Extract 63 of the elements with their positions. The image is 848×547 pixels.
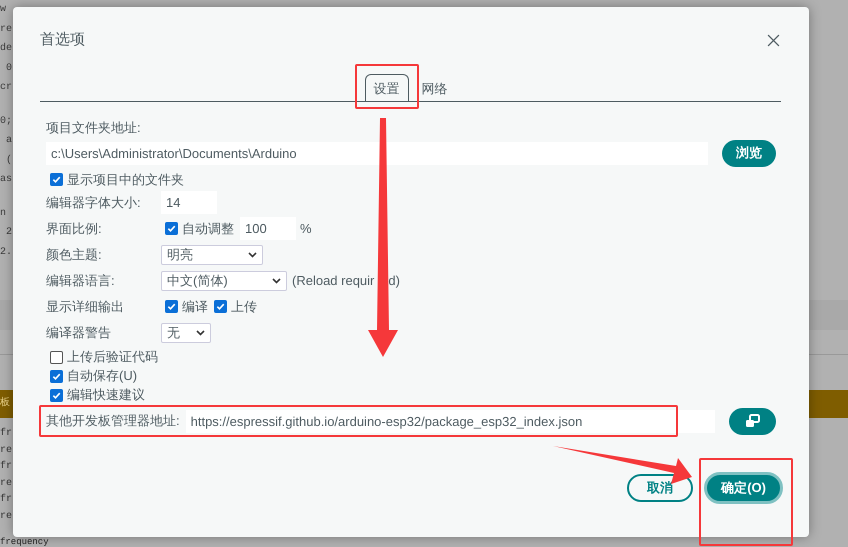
field-label: 显示详细输出 — [46, 298, 125, 316]
unit-text: % — [300, 220, 312, 238]
note-text: d) — [388, 272, 400, 290]
tab[interactable]: 设置 — [364, 74, 408, 101]
dialog-title: 首选项 — [40, 30, 85, 50]
field-label: 项目文件夹地址: — [46, 119, 142, 137]
output-text: fr — [0, 426, 12, 441]
checkbox[interactable] — [165, 300, 178, 313]
window-button[interactable] — [729, 408, 776, 434]
dropdown[interactable]: 明亮 — [161, 244, 263, 264]
code-text: re — [0, 22, 12, 36]
windows-icon — [744, 414, 760, 428]
checkbox-label: 上传 — [231, 298, 257, 316]
output-text: fr — [0, 460, 12, 474]
dropdown[interactable]: 中文(简体) — [161, 270, 287, 290]
field-label: 编辑器字体大小: — [46, 194, 142, 212]
checkbox[interactable] — [214, 300, 227, 313]
chevron-icon — [196, 330, 205, 336]
field-label: 编辑器语言: — [46, 272, 116, 290]
code-text: 0 — [5, 62, 12, 76]
code-text: cr — [0, 81, 12, 95]
checkbox-label: 编辑快速建议 — [67, 386, 145, 404]
checkbox-label: 自动保存(U) — [67, 367, 138, 386]
chevron-icon — [272, 278, 281, 284]
checkbox-label: 上传后验证代码 — [67, 348, 158, 366]
number-field[interactable]: 100 — [240, 217, 296, 240]
field-label: 颜色主题: — [46, 246, 103, 264]
code-text: ( — [5, 154, 12, 168]
code-text: 2 — [5, 226, 12, 240]
output-text: fr — [0, 492, 12, 507]
code-text: 2. — [0, 246, 12, 260]
code-text: 0; — [0, 114, 12, 128]
tab[interactable]: 网络 — [412, 74, 456, 102]
checkbox-label: 自动调整 — [182, 220, 234, 238]
field-label: 其他开发板管理器地址: — [46, 412, 180, 430]
code-text: a — [5, 134, 12, 148]
browse-button[interactable]: 浏览 — [722, 140, 776, 166]
checkbox-label: 编译 — [182, 298, 208, 316]
field-label: 编译器警告 — [46, 324, 112, 342]
checkbox-label: 显示项目中的文件夹 — [67, 170, 184, 189]
dropdown[interactable]: 无 — [161, 322, 211, 342]
note-text: (Reload requir — [292, 272, 374, 290]
chevron-icon — [248, 252, 257, 258]
status-text: 板 — [0, 398, 10, 409]
output-text: re — [0, 444, 12, 458]
checkbox[interactable] — [50, 388, 63, 402]
number-field[interactable]: 14 — [161, 191, 217, 214]
ok-button[interactable]: 确定(O) — [704, 472, 783, 504]
output-text: frequency — [0, 537, 49, 547]
checkbox[interactable] — [50, 370, 63, 382]
code-text: w — [0, 3, 6, 17]
path-field[interactable]: c:\Users\Administrator\Documents\Arduino — [46, 142, 708, 164]
code-text: de — [0, 42, 12, 56]
url-field[interactable]: https://espressif.github.io/arduino-esp32/package_esp32_index.json — [186, 410, 715, 432]
code-text: as — [0, 173, 12, 187]
checkbox[interactable] — [165, 222, 178, 235]
code-text: n — [0, 206, 6, 220]
checkbox[interactable] — [50, 173, 63, 186]
checkbox[interactable] — [50, 350, 63, 364]
output-text: re — [0, 476, 12, 490]
output-text: re — [0, 510, 12, 524]
close-icon[interactable] — [767, 34, 780, 47]
field-label: 界面比例: — [46, 220, 103, 238]
